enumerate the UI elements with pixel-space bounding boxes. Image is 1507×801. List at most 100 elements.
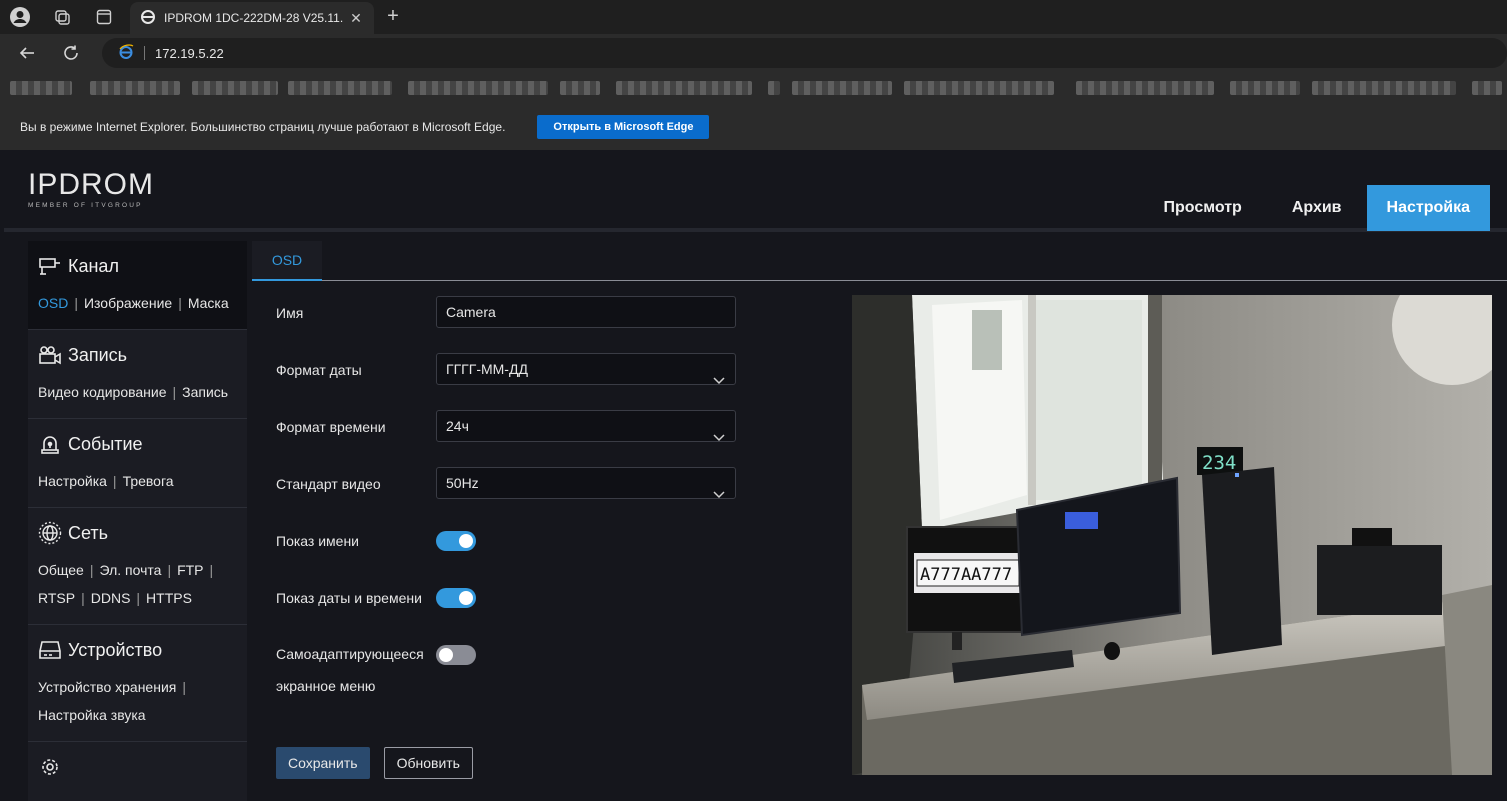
sidebar-link-ftp[interactable]: FTP: [177, 562, 203, 578]
sidebar-header-network[interactable]: Сеть: [38, 520, 247, 546]
ipdrom-logo: IPDROM MEMBER OF ITVGROUP: [28, 170, 154, 210]
sidebar-link-https[interactable]: HTTPS: [146, 590, 192, 606]
time-format-value: 24ч: [446, 418, 469, 434]
favorite-item[interactable]: [1076, 81, 1214, 95]
sidebar-section-network: Сеть Общее | Эл. почта | FTP | RTSP | DDNS | HTTPS: [28, 508, 247, 625]
row-adaptive-osd: Самоадаптирующееся экранное меню: [276, 638, 746, 728]
tab-actions-icon[interactable]: [90, 5, 118, 29]
chevron-down-icon: [713, 422, 725, 452]
name-label: Имя: [276, 305, 304, 321]
sidebar-links-network: Общее | Эл. почта | FTP | RTSP | DDNS | HTTPS: [38, 562, 214, 606]
favorite-item[interactable]: [1312, 81, 1456, 95]
sidebar-header-record[interactable]: Запись: [38, 342, 247, 368]
browser-tab-bar: IPDROM 1DC-222DM-28 V25.11. ✕ +: [0, 0, 1507, 34]
url-field[interactable]: 172.19.5.22: [102, 38, 1507, 68]
settings-content: OSD Имя Camera Формат даты ГГГГ-ММ-ДД Фо…: [252, 241, 1507, 801]
open-in-edge-button[interactable]: Открыть в Microsoft Edge: [537, 115, 710, 139]
show-name-label: Показ имени: [276, 533, 360, 549]
sidebar-header-channel[interactable]: Канал: [38, 253, 247, 279]
tab-osd[interactable]: OSD: [252, 241, 322, 281]
name-input[interactable]: Camera: [436, 296, 736, 328]
favorite-item[interactable]: [90, 81, 180, 95]
sidebar-section-record: Запись Видео кодирование | Запись: [28, 330, 247, 419]
refresh-button[interactable]: Обновить: [383, 747, 473, 779]
favorite-item[interactable]: [1472, 81, 1502, 95]
sidebar-link-osd[interactable]: OSD: [38, 295, 68, 311]
row-show-datetime: Показ даты и времени: [276, 581, 746, 638]
ie-icon: [140, 9, 156, 28]
sidebar-header-event[interactable]: Событие: [38, 431, 247, 457]
main-nav: Просмотр Архив Настройка: [1138, 185, 1490, 231]
sidebar-link-general[interactable]: Общее: [38, 562, 84, 578]
favorite-item[interactable]: [1230, 81, 1300, 95]
url-text: 172.19.5.22: [155, 45, 224, 61]
row-video-standard: Стандарт видео 50Hz: [276, 467, 746, 524]
favorite-item[interactable]: [768, 81, 780, 95]
sidebar-header-more[interactable]: [38, 754, 247, 780]
sidebar-header-device[interactable]: Устройство: [38, 637, 247, 663]
chevron-down-icon: [713, 365, 725, 395]
nav-live-view[interactable]: Просмотр: [1138, 185, 1266, 231]
date-format-select[interactable]: ГГГГ-ММ-ДД: [436, 353, 736, 385]
sidebar-link-email[interactable]: Эл. почта: [99, 562, 161, 578]
adaptive-osd-toggle[interactable]: [436, 645, 476, 665]
ie-notice-text: Вы в режиме Internet Explorer. Большинст…: [20, 120, 506, 134]
alarm-light-icon: [38, 433, 62, 455]
save-button[interactable]: Сохранить: [276, 747, 370, 779]
sidebar-link-ddns[interactable]: DDNS: [91, 590, 131, 606]
sidebar-link-mask[interactable]: Маска: [188, 295, 229, 311]
sidebar-link-alarm[interactable]: Тревога: [123, 473, 174, 489]
sidebar-title-record: Запись: [68, 344, 128, 365]
globe-icon: [38, 521, 62, 545]
sidebar-link-image[interactable]: Изображение: [84, 295, 172, 311]
show-name-toggle[interactable]: [436, 531, 476, 551]
time-format-select[interactable]: 24ч: [436, 410, 736, 442]
favorite-item[interactable]: [408, 81, 548, 95]
osd-form: Имя Camera Формат даты ГГГГ-ММ-ДД Формат…: [276, 296, 746, 728]
sidebar-link-recording[interactable]: Запись: [182, 384, 228, 400]
sidebar-title-event: Событие: [68, 433, 143, 454]
favorite-item[interactable]: [192, 81, 278, 95]
favorite-item[interactable]: [616, 81, 752, 95]
sidebar-link-event-settings[interactable]: Настройка: [38, 473, 107, 489]
preview-plate-text: A777AA777: [920, 565, 1012, 585]
nav-settings[interactable]: Настройка: [1366, 185, 1490, 231]
show-datetime-label: Показ даты и времени: [276, 590, 422, 606]
device-icon: [38, 639, 62, 661]
favorite-item[interactable]: [904, 81, 1054, 95]
browser-tab[interactable]: IPDROM 1DC-222DM-28 V25.11. ✕: [130, 2, 374, 34]
workspaces-icon[interactable]: [48, 5, 76, 29]
show-datetime-toggle[interactable]: [436, 588, 476, 608]
nav-archive[interactable]: Архив: [1267, 185, 1367, 231]
reload-icon[interactable]: [58, 41, 84, 65]
address-bar: 172.19.5.22: [0, 34, 1507, 72]
camera-icon: [38, 255, 62, 277]
favorite-item[interactable]: [560, 81, 600, 95]
content-tabs: OSD: [252, 241, 1507, 281]
sidebar-links-channel: OSD | Изображение | Маска: [38, 295, 229, 311]
favorite-item[interactable]: [288, 81, 392, 95]
new-tab-icon[interactable]: +: [380, 4, 406, 30]
sidebar-link-audio[interactable]: Настройка звука: [38, 707, 146, 723]
date-format-label: Формат даты: [276, 362, 362, 378]
gear-icon: [38, 756, 62, 778]
sidebar-link-storage[interactable]: Устройство хранения: [38, 679, 176, 695]
favorite-item[interactable]: [10, 81, 72, 95]
profile-icon[interactable]: [6, 5, 34, 29]
sidebar-link-rtsp[interactable]: RTSP: [38, 590, 75, 606]
row-time-format: Формат времени 24ч: [276, 410, 746, 467]
video-camera-icon: [38, 344, 62, 366]
camera-preview: A777AA777 234: [852, 295, 1492, 775]
settings-sidebar: Канал OSD | Изображение | Маска Запись Видео…: [28, 241, 247, 801]
sidebar-links-device: Устройство хранения | Настройка звука: [38, 679, 186, 723]
camera-web-app: IPDROM MEMBER OF ITVGROUP Просмотр Архив…: [4, 150, 1507, 801]
logo-subtitle: MEMBER OF ITVGROUP: [28, 202, 143, 209]
video-standard-value: 50Hz: [446, 475, 479, 491]
video-standard-select[interactable]: 50Hz: [436, 467, 736, 499]
row-date-format: Формат даты ГГГГ-ММ-ДД: [276, 353, 746, 410]
close-tab-icon[interactable]: ✕: [348, 10, 364, 27]
sidebar-link-video-encoding[interactable]: Видео кодирование: [38, 384, 167, 400]
favorite-item[interactable]: [792, 81, 892, 95]
back-icon[interactable]: [14, 41, 40, 65]
row-show-name: Показ имени: [276, 524, 746, 581]
